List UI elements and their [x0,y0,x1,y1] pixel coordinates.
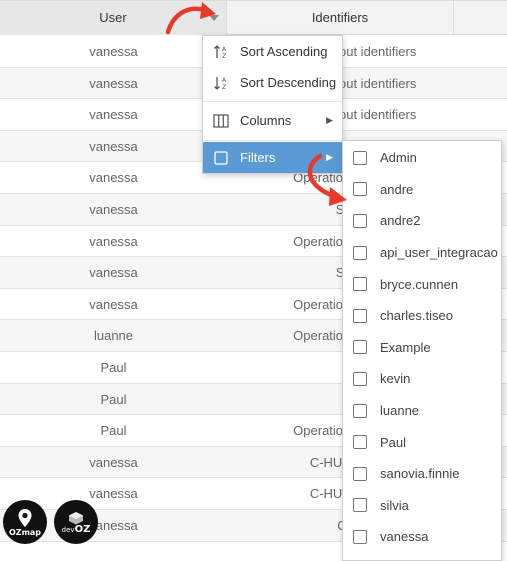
column-header-identifiers[interactable]: Identifiers [227,1,454,35]
cell-user: vanessa [89,138,138,154]
ozmap-logo-text: OZmap [8,527,42,537]
filter-option-label: Admin [380,150,417,166]
svg-text:A: A [222,46,227,53]
filter-option-label: Example [380,339,431,355]
column-header-user-label: User [99,10,127,25]
cell-user: vanessa [89,296,138,312]
checkbox[interactable] [353,182,367,197]
column-header-identifiers-label: Identifiers [311,10,369,25]
filter-checkbox-icon [210,150,232,165]
cell-user: luanne [93,328,134,344]
cell-user: Paul [100,391,127,407]
filter-option-label: andre [380,181,414,197]
sort-descending-icon: AZ [210,75,232,91]
checkbox[interactable] [353,371,367,386]
filter-option-label: Paul [380,434,407,450]
checkbox[interactable] [353,403,367,418]
filter-option[interactable]: Paul [343,426,501,458]
filter-option-label: silvia [380,497,409,513]
cell-user: Paul [100,359,127,375]
checkbox[interactable] [353,308,367,323]
filter-option[interactable]: charles.tiseo [343,300,501,332]
menu-item-label: Sort Ascending [240,44,328,59]
devoz-logo-oz: OZ [74,523,91,535]
filter-option[interactable]: silvia [343,490,501,522]
checkbox[interactable] [353,213,367,228]
menu-item-label: Columns [240,113,292,128]
checkbox[interactable] [353,529,367,544]
menu-item-label: Filters [240,150,276,165]
map-pin-icon [18,508,32,527]
svg-text:A: A [222,77,227,84]
sort-ascending-icon: AZ [210,44,232,60]
filter-option[interactable]: api_user_integracao [343,237,501,269]
cell-user: vanessa [89,170,138,186]
filter-option[interactable]: kevin [343,363,501,395]
filter-option-label: kevin [380,371,411,387]
menu-divider [203,101,342,102]
ozmap-logo: OZmap [3,500,47,544]
cell-user: vanessa [89,201,138,217]
cube-icon [69,511,83,524]
filter-option-label: api_user_integracao [380,245,498,261]
cell-user: vanessa [89,233,138,249]
checkbox[interactable] [353,150,367,165]
column-menu-trigger[interactable] [204,7,224,29]
cell-user: vanessa [89,44,138,59]
cell-user: vanessa [89,265,138,281]
checkbox[interactable] [353,466,367,481]
filter-option-label: bryce.cunnen [380,276,459,292]
filter-option-label: andre2 [380,213,421,229]
filter-option-label: luanne [380,403,420,419]
svg-text:Z: Z [222,84,226,91]
filter-option[interactable]: sanovia.finnie [343,458,501,490]
filter-option[interactable]: andre2 [343,205,501,237]
cell-identifier: Without identifiers [341,44,417,59]
checkbox[interactable] [353,245,367,260]
cell-identifier: Without identifiers [341,107,417,123]
filter-option-label: vanessa [380,529,429,545]
devoz-logo: dev OZ [54,500,98,544]
menu-item-sort-descending[interactable]: AZ Sort Descending [203,67,342,98]
chevron-right-icon: ▶ [326,152,333,162]
filter-option[interactable]: andre [343,174,501,206]
checkbox[interactable] [353,498,367,513]
menu-item-label: Sort Descending [240,75,337,90]
filter-option-label: sanovia.finnie [380,466,460,482]
menu-item-columns[interactable]: Columns ▶ [203,105,342,136]
checkbox[interactable] [353,435,367,450]
menu-item-sort-ascending[interactable]: AZ Sort Ascending [203,36,342,67]
columns-icon [210,113,232,128]
grid-header: User Identifiers [0,0,507,35]
cell-user: vanessa [89,454,138,470]
column-header-user[interactable]: User [0,1,227,35]
cell-user: vanessa [89,107,138,123]
checkbox[interactable] [353,340,367,355]
column-context-menu: AZ Sort Ascending AZ Sort Descending Col… [202,35,343,174]
cell-user: vanessa [89,75,138,91]
chevron-right-icon: ▶ [326,115,333,125]
cell-identifier: Without identifiers [341,75,417,91]
cell-user: Paul [100,423,127,439]
caret-down-icon [209,15,219,21]
filter-option[interactable]: Example [343,332,501,364]
menu-divider [203,140,342,141]
filter-option[interactable]: vanessa [343,521,501,553]
svg-text:Z: Z [222,53,226,60]
filter-option[interactable]: bryce.cunnen [343,268,501,300]
filter-option[interactable]: luanne [343,395,501,427]
filter-option-label: charles.tiseo [380,308,453,324]
checkbox[interactable] [353,277,367,292]
devoz-logo-dev: dev [61,525,75,534]
filter-option[interactable]: Admin [343,142,501,174]
menu-item-filters[interactable]: Filters ▶ [203,142,342,173]
filters-submenu: Admin andre andre2 api_user_integracaobryce… [342,140,502,561]
